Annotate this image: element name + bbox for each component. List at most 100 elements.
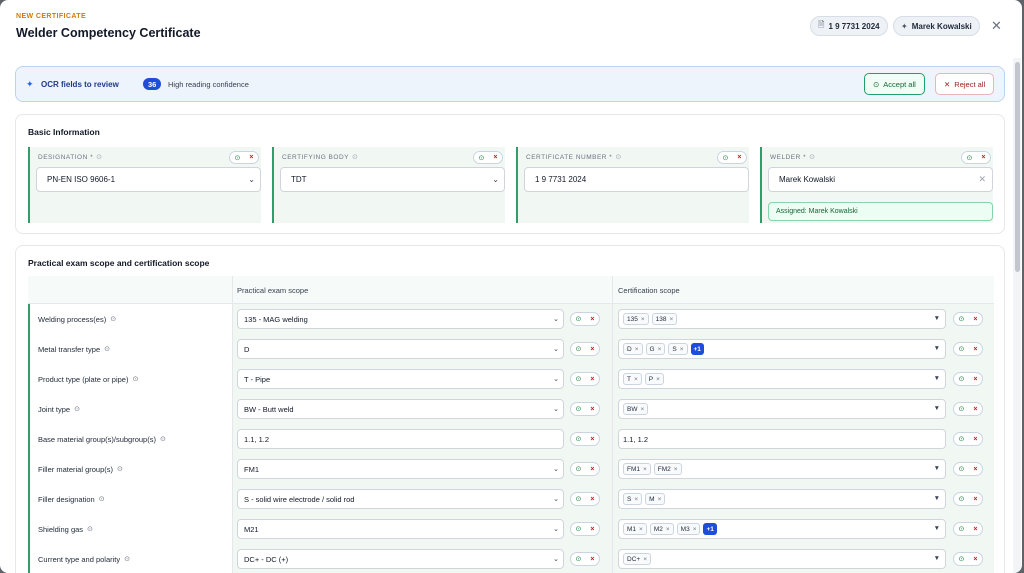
scope-tag[interactable]: 138 ×: [651, 313, 678, 325]
scope-tag[interactable]: M3 ×: [676, 523, 701, 535]
scope-tag[interactable]: FM1 ×: [623, 463, 651, 475]
exam-select[interactable]: BW - Butt weld ⌄: [237, 399, 564, 419]
accept-icon[interactable]: ⊙: [576, 555, 582, 563]
reject-icon[interactable]: ×: [973, 496, 977, 503]
exam-select[interactable]: T - Pipe ⌄: [237, 369, 564, 389]
accept-icon[interactable]: ⊙: [235, 154, 241, 162]
remove-tag-icon[interactable]: ×: [643, 556, 647, 563]
exam-select[interactable]: 135 - MAG welding ⌄: [237, 309, 564, 329]
scope-tag[interactable]: T ×: [623, 373, 642, 385]
reject-icon[interactable]: ×: [590, 556, 594, 563]
scope-tag[interactable]: DC+ ×: [623, 553, 651, 565]
accept-icon[interactable]: ⊙: [959, 555, 965, 563]
reject-icon[interactable]: ×: [590, 466, 594, 473]
reject-icon[interactable]: ×: [493, 154, 497, 161]
accept-icon[interactable]: ⊙: [479, 154, 485, 162]
scope-tag[interactable]: P ×: [644, 373, 664, 385]
cert-multiselect[interactable]: M1 × M2 × M3 × +1 ▼: [618, 519, 946, 539]
remove-tag-icon[interactable]: ×: [635, 346, 639, 353]
reject-icon[interactable]: ×: [249, 154, 253, 161]
scope-tag[interactable]: S ×: [668, 343, 688, 355]
remove-tag-icon[interactable]: ×: [634, 496, 638, 503]
remove-tag-icon[interactable]: ×: [658, 346, 662, 353]
cert-input[interactable]: 1.1, 1.2: [618, 429, 946, 449]
field-select[interactable]: TDT ⌄: [280, 167, 505, 192]
cert-multiselect[interactable]: D × G × S × +1 ▼: [618, 339, 946, 359]
reject-icon[interactable]: ×: [737, 154, 741, 161]
accept-icon[interactable]: ⊙: [959, 345, 965, 353]
accept-icon[interactable]: ⊙: [959, 315, 965, 323]
reject-icon[interactable]: ×: [590, 496, 594, 503]
more-tags-badge[interactable]: +1: [703, 523, 717, 535]
remove-tag-icon[interactable]: ×: [634, 376, 638, 383]
scrollbar-thumb[interactable]: [1015, 62, 1020, 272]
reject-icon[interactable]: ×: [981, 154, 985, 161]
field-select[interactable]: PN-EN ISO 9606-1 ⌄: [36, 167, 261, 192]
exam-select[interactable]: D ⌄: [237, 339, 564, 359]
exam-select[interactable]: DC+ - DC (+) ⌄: [237, 549, 564, 569]
scope-tag[interactable]: S ×: [623, 493, 643, 505]
accept-icon[interactable]: ⊙: [576, 525, 582, 533]
exam-input[interactable]: 1.1, 1.2: [237, 429, 564, 449]
cert-multiselect[interactable]: FM1 × FM2 × ▼: [618, 459, 946, 479]
close-icon[interactable]: ✕: [991, 18, 1002, 34]
accept-icon[interactable]: ⊙: [959, 405, 965, 413]
accept-all-button[interactable]: ⊙ Accept all: [864, 73, 925, 95]
exam-select[interactable]: FM1 ⌄: [237, 459, 564, 479]
accept-icon[interactable]: ⊙: [576, 315, 582, 323]
reject-icon[interactable]: ×: [973, 406, 977, 413]
cert-multiselect[interactable]: 135 × 138 × ▼: [618, 309, 946, 329]
remove-tag-icon[interactable]: ×: [674, 466, 678, 473]
field-input[interactable]: Marek Kowalski ✕: [768, 167, 993, 192]
scope-tag[interactable]: M1 ×: [623, 523, 647, 535]
clear-icon[interactable]: ✕: [978, 174, 986, 185]
remove-tag-icon[interactable]: ×: [680, 346, 684, 353]
scope-tag[interactable]: D ×: [623, 343, 643, 355]
remove-tag-icon[interactable]: ×: [639, 526, 643, 533]
remove-tag-icon[interactable]: ×: [693, 526, 697, 533]
scope-tag[interactable]: M2 ×: [649, 523, 674, 535]
reject-icon[interactable]: ×: [590, 406, 594, 413]
remove-tag-icon[interactable]: ×: [643, 466, 647, 473]
accept-icon[interactable]: ⊙: [959, 375, 965, 383]
reject-icon[interactable]: ×: [973, 436, 977, 443]
accept-icon[interactable]: ⊙: [576, 495, 582, 503]
reject-icon[interactable]: ×: [590, 346, 594, 353]
exam-select[interactable]: S - solid wire electrode / solid rod ⌄: [237, 489, 564, 509]
cert-multiselect[interactable]: S × M × ▼: [618, 489, 946, 509]
remove-tag-icon[interactable]: ×: [658, 496, 662, 503]
welder-chip[interactable]: ✦ Marek Kowalski: [893, 16, 980, 36]
accept-icon[interactable]: ⊙: [576, 435, 582, 443]
scope-tag[interactable]: BW ×: [623, 403, 649, 415]
cert-multiselect[interactable]: BW × ▼: [618, 399, 946, 419]
reject-icon[interactable]: ×: [590, 376, 594, 383]
cert-multiselect[interactable]: DC+ × ▼: [618, 549, 946, 569]
accept-icon[interactable]: ⊙: [576, 465, 582, 473]
scope-tag[interactable]: G ×: [645, 343, 666, 355]
accept-icon[interactable]: ⊙: [959, 435, 965, 443]
remove-tag-icon[interactable]: ×: [640, 406, 644, 413]
accept-icon[interactable]: ⊙: [576, 375, 582, 383]
accept-icon[interactable]: ⊙: [967, 154, 973, 162]
field-input[interactable]: 1 9 7731 2024: [524, 167, 749, 192]
reject-icon[interactable]: ×: [973, 316, 977, 323]
accept-icon[interactable]: ⊙: [959, 525, 965, 533]
accept-icon[interactable]: ⊙: [576, 405, 582, 413]
remove-tag-icon[interactable]: ×: [641, 316, 645, 323]
reject-icon[interactable]: ×: [590, 526, 594, 533]
document-number-chip[interactable]: 🗎 1 9 7731 2024: [810, 16, 888, 36]
accept-icon[interactable]: ⊙: [576, 345, 582, 353]
remove-tag-icon[interactable]: ×: [670, 316, 674, 323]
more-tags-badge[interactable]: +1: [690, 343, 704, 355]
cert-multiselect[interactable]: T × P × ▼: [618, 369, 946, 389]
accept-icon[interactable]: ⊙: [723, 154, 729, 162]
remove-tag-icon[interactable]: ×: [666, 526, 670, 533]
reject-icon[interactable]: ×: [973, 466, 977, 473]
reject-all-button[interactable]: ✕ Reject all: [935, 73, 995, 95]
reject-icon[interactable]: ×: [973, 346, 977, 353]
accept-icon[interactable]: ⊙: [959, 465, 965, 473]
reject-icon[interactable]: ×: [590, 436, 594, 443]
reject-icon[interactable]: ×: [590, 316, 594, 323]
reject-icon[interactable]: ×: [973, 556, 977, 563]
scope-tag[interactable]: M ×: [645, 493, 666, 505]
